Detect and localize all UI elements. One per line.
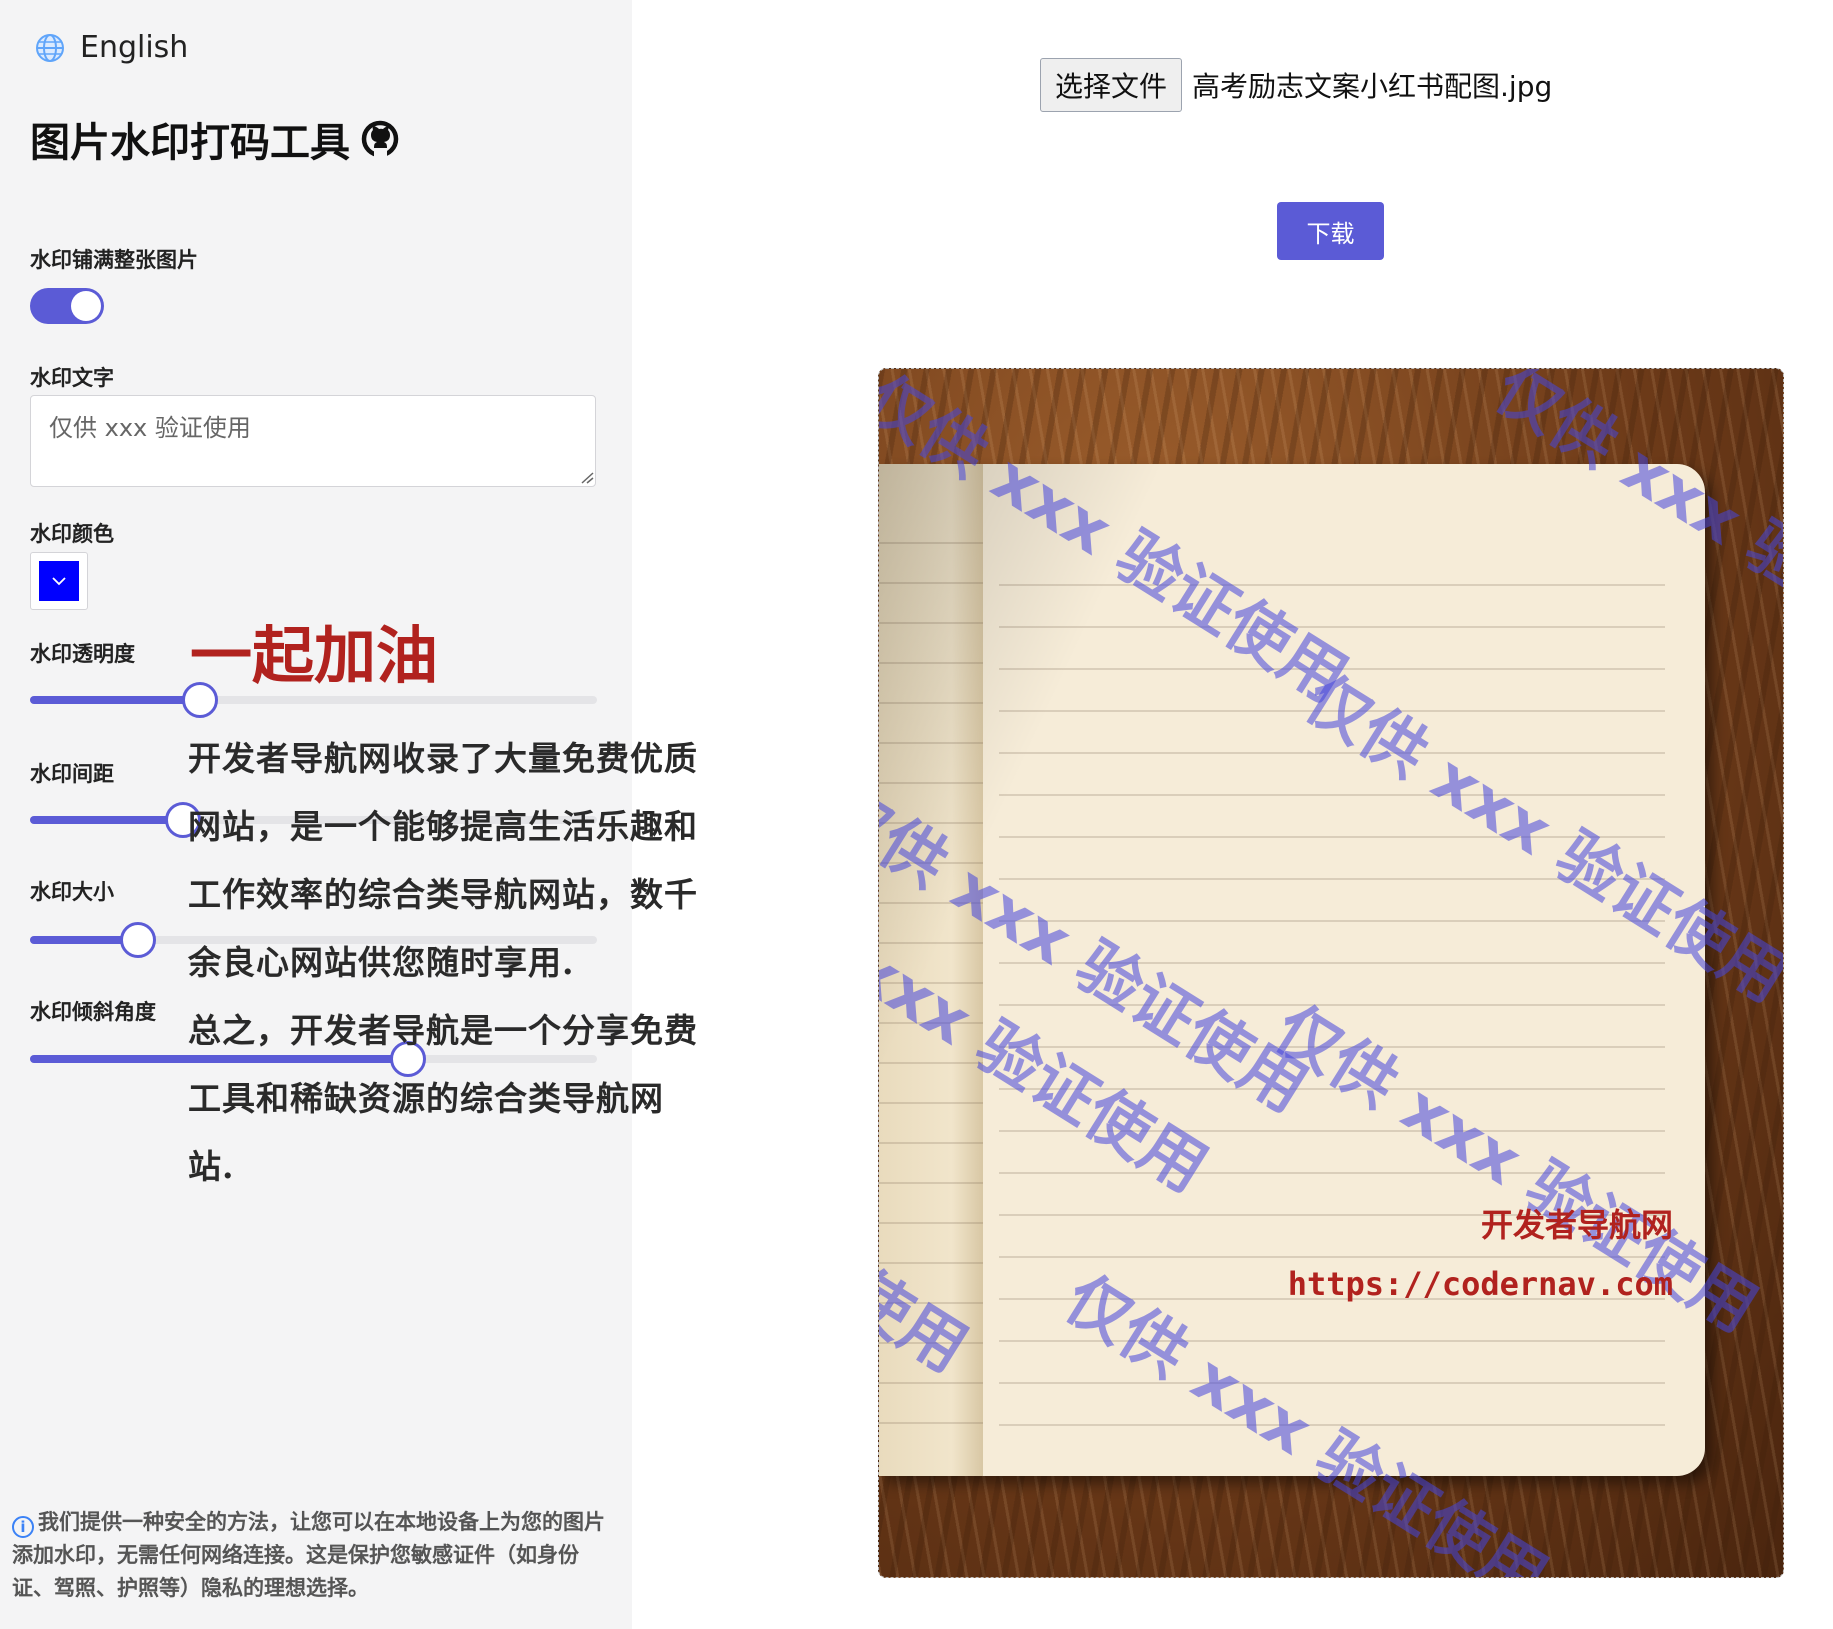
file-picker: 选择文件 高考励志文案小红书配图.jpg (1040, 58, 1552, 112)
info-icon: i (12, 1516, 34, 1538)
preview-body-line: 站. (188, 1147, 235, 1186)
toggle-knob (71, 291, 101, 321)
slider-thumb[interactable] (119, 922, 156, 958)
language-switcher[interactable]: English (34, 30, 188, 65)
opacity-label: 水印透明度 (30, 642, 135, 666)
preview-url: https://codernav.com (1287, 1265, 1673, 1303)
fill-toggle[interactable] (30, 288, 104, 324)
preview-body-line: 工作效率的综合类导航网站，数千 (188, 875, 698, 914)
globe-icon (36, 33, 64, 62)
chevron-down-icon (52, 577, 66, 586)
preview-body-line: 余良心网站供您随时享用. (188, 943, 575, 982)
preview-body-line: 总之，开发者导航是一个分享免费 (188, 1011, 698, 1050)
download-button[interactable]: 下载 (1277, 202, 1384, 260)
preview-body-line: 工具和稀缺资源的综合类导航网 (188, 1079, 664, 1118)
preview-signature: 开发者导航网 (1480, 1206, 1673, 1244)
preview-heading: 一起加油 (190, 619, 439, 692)
app-title: 图片水印打码工具 (30, 110, 400, 168)
text-label: 水印文字 (30, 366, 114, 390)
page-title: 图片水印打码工具 (30, 120, 350, 166)
slider-fill (30, 696, 201, 704)
choose-file-button[interactable]: 选择文件 (1040, 58, 1183, 112)
fill-label: 水印铺满整张图片 (30, 248, 198, 272)
info-text: 我们提供一种安全的方法，让您可以在本地设备上为您的图片添加水印，无需任何网络连接… (12, 1510, 605, 1600)
file-name: 高考励志文案小红书配图.jpg (1192, 70, 1553, 103)
spacing-label: 水印间距 (30, 762, 114, 786)
notebook-image (879, 464, 1705, 1476)
github-icon[interactable] (360, 119, 400, 159)
preview-body-line: 网站，是一个能够提高生活乐趣和 (188, 807, 698, 846)
size-label: 水印大小 (30, 880, 114, 904)
watermark-text-input[interactable] (30, 395, 596, 487)
image-preview: 仅供 xxx 验证使用 仅供 xxx 验证使用 仅供 xxx 验证使用 仅供 xxx … (878, 368, 1784, 1578)
preview-body-line: 开发者导航网收录了大量免费优质 (188, 739, 698, 778)
privacy-info: i 我们提供一种安全的方法，让您可以在本地设备上为您的图片添加水印，无需任何网络连… (12, 1506, 612, 1605)
watermark-color-picker[interactable] (30, 552, 88, 610)
slider-fill (30, 816, 184, 824)
angle-label: 水印倾斜角度 (30, 1000, 156, 1024)
language-label: English (80, 30, 189, 65)
color-swatch (39, 561, 79, 601)
color-label: 水印颜色 (30, 522, 114, 546)
